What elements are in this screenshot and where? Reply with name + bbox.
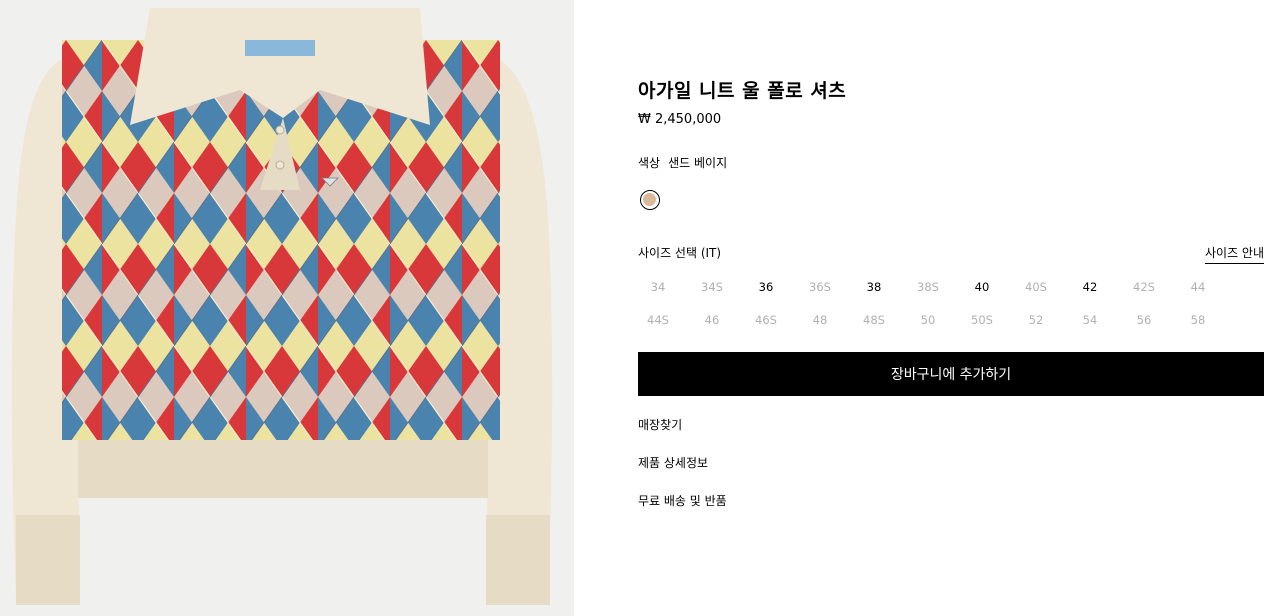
- size-option[interactable]: 36S: [793, 280, 847, 294]
- color-row: 색상 샌드 베이지: [638, 154, 727, 171]
- size-select-label: 사이즈 선택 (IT): [638, 246, 722, 260]
- size-option[interactable]: 48S: [847, 313, 901, 327]
- size-option[interactable]: 34: [631, 280, 685, 294]
- product-price: ₩ 2,450,000: [638, 112, 722, 127]
- size-option[interactable]: 36: [739, 280, 793, 294]
- size-option[interactable]: 48: [793, 313, 847, 327]
- size-option[interactable]: 40S: [1009, 280, 1063, 294]
- color-swatch-sand-beige[interactable]: [640, 190, 660, 210]
- size-option[interactable]: 42S: [1117, 280, 1171, 294]
- add-to-cart-button[interactable]: 장바구니에 추가하기: [638, 352, 1264, 396]
- size-option[interactable]: 42: [1063, 280, 1117, 294]
- shipping-returns-link[interactable]: 무료 배송 및 반품: [638, 492, 727, 509]
- size-option[interactable]: 44: [1171, 280, 1225, 294]
- size-row: 44S 46 46S 48 48S 50 50S 52 54 56 58: [631, 303, 1231, 336]
- size-option[interactable]: 38S: [901, 280, 955, 294]
- size-option[interactable]: 46S: [739, 313, 793, 327]
- size-option[interactable]: 50S: [955, 313, 1009, 327]
- size-option[interactable]: 58: [1171, 313, 1225, 327]
- swatch-dot: [643, 193, 656, 206]
- color-value: 샌드 베이지: [668, 156, 728, 170]
- find-store-link[interactable]: 매장찾기: [638, 416, 682, 433]
- size-row: 34 34S 36 36S 38 38S 40 40S 42 42S 44: [631, 270, 1231, 303]
- product-image[interactable]: [0, 0, 574, 616]
- product-title: 아가일 니트 울 폴로 셔츠: [638, 80, 847, 102]
- size-option[interactable]: 50: [901, 313, 955, 327]
- color-label: 색상: [638, 156, 661, 170]
- size-option[interactable]: 38: [847, 280, 901, 294]
- size-option[interactable]: 46: [685, 313, 739, 327]
- product-info-panel: 아가일 니트 울 폴로 셔츠 ₩ 2,450,000 색상 샌드 베이지 사이즈 …: [638, 0, 1273, 616]
- size-option[interactable]: 52: [1009, 313, 1063, 327]
- product-details-link[interactable]: 제품 상세정보: [638, 454, 708, 471]
- size-option[interactable]: 34S: [685, 280, 739, 294]
- size-option[interactable]: 40: [955, 280, 1009, 294]
- size-option[interactable]: 54: [1063, 313, 1117, 327]
- size-guide-link[interactable]: 사이즈 안내: [1204, 244, 1264, 264]
- size-option[interactable]: 44S: [631, 313, 685, 327]
- size-option[interactable]: 56: [1117, 313, 1171, 327]
- size-grid: 34 34S 36 36S 38 38S 40 40S 42 42S 44 44…: [631, 270, 1231, 336]
